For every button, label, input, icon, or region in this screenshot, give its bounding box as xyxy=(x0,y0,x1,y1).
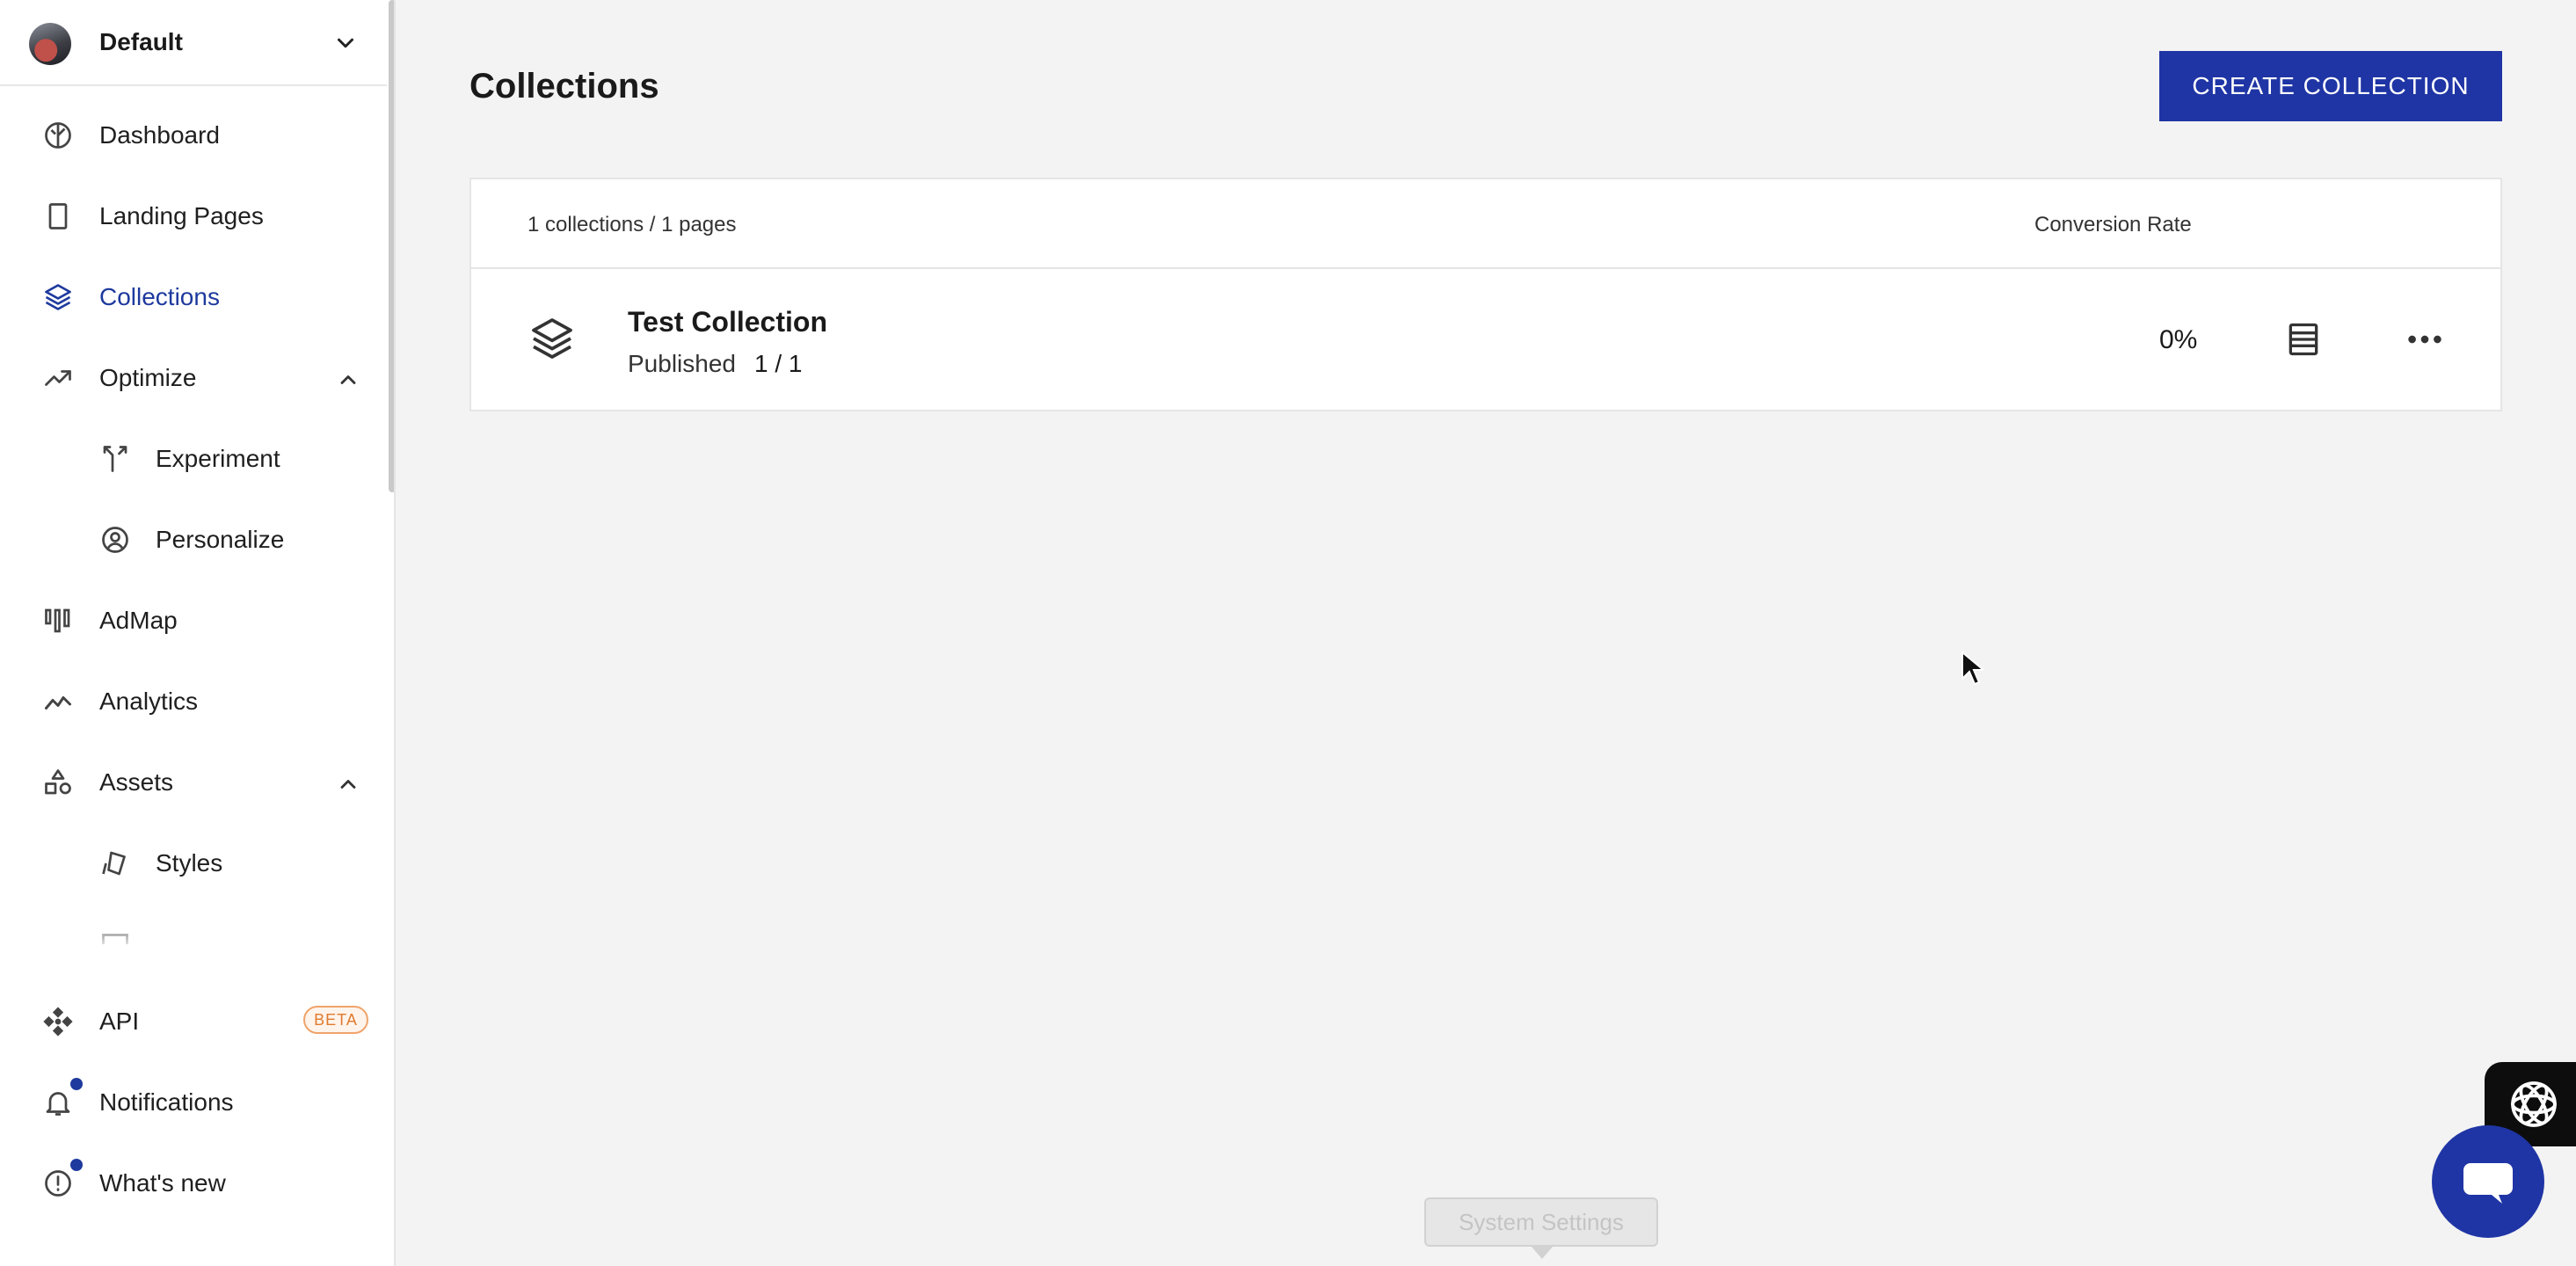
bell-icon xyxy=(46,1092,70,1116)
mouse-cursor-icon xyxy=(1961,651,1983,686)
table-header: 1 collections / 1 pages Conversion Rate xyxy=(471,179,2500,269)
ai-logo-icon xyxy=(2511,1081,2557,1127)
sidebar-item-label: Styles xyxy=(156,849,223,877)
sidebar-item-label: Optimize xyxy=(99,364,197,391)
more-options-icon[interactable] xyxy=(2405,324,2444,355)
sidebar: Default Dashboard Landing Pages Collecti… xyxy=(0,0,396,1266)
layers-icon xyxy=(532,318,572,359)
collections-summary: 1 collections / 1 pages xyxy=(528,213,737,236)
collection-conversion-rate: 0% xyxy=(2159,325,2198,354)
layers-icon xyxy=(45,284,71,310)
beta-badge: BETA xyxy=(303,1006,368,1034)
sidebar-item-label: Experiment xyxy=(156,445,280,472)
sidebar-item-assets[interactable]: Assets xyxy=(0,751,387,812)
sidebar-item-whats-new[interactable]: What's new xyxy=(0,1152,387,1213)
sidebar-item-analytics[interactable]: Analytics xyxy=(0,670,387,731)
table-row[interactable]: Test Collection Published 1 / 1 0% xyxy=(471,269,2500,411)
workspace-avatar xyxy=(29,23,71,65)
sidebar-item-landing-pages[interactable]: Landing Pages xyxy=(0,185,387,246)
sidebar-item-label: Landing Pages xyxy=(99,202,264,229)
workspace-switcher[interactable]: Default xyxy=(0,0,387,86)
sidebar-item-optimize[interactable]: Optimize xyxy=(0,346,387,408)
chat-bubble-icon xyxy=(2463,1163,2513,1204)
report-icon[interactable] xyxy=(2284,320,2323,359)
collection-status: Published xyxy=(628,350,736,377)
bars-icon xyxy=(45,608,70,633)
sidebar-item-label: What's new xyxy=(99,1169,226,1197)
system-settings-tooltip: System Settings xyxy=(1424,1197,1658,1247)
workspace-name: Default xyxy=(99,28,183,55)
collections-table: 1 collections / 1 pages Conversion Rate … xyxy=(469,178,2502,411)
sidebar-item-label: Personalize xyxy=(156,526,285,553)
sidebar-item-admap[interactable]: AdMap xyxy=(0,589,387,651)
shapes-icon xyxy=(45,769,71,795)
whats-new-dot xyxy=(70,1159,83,1171)
sidebar-item-personalize[interactable]: Personalize xyxy=(0,508,387,570)
sidebar-item-notifications[interactable]: Notifications xyxy=(0,1071,387,1132)
column-conversion-rate: Conversion Rate xyxy=(2034,213,2192,236)
create-collection-button[interactable]: CREATE COLLECTION xyxy=(2159,51,2502,121)
page-title: Collections xyxy=(469,67,659,106)
collection-name[interactable]: Test Collection xyxy=(628,306,827,338)
api-icon xyxy=(43,1007,73,1037)
line-chart-icon xyxy=(45,696,71,709)
user-circle-icon xyxy=(102,527,128,553)
chat-button[interactable] xyxy=(2432,1125,2544,1238)
sidebar-item-label: AdMap xyxy=(99,607,178,634)
alert-circle-icon xyxy=(45,1170,71,1197)
brush-icon xyxy=(102,851,126,876)
sidebar-item-dashboard[interactable]: Dashboard xyxy=(0,104,387,165)
sidebar-scrollbar[interactable] xyxy=(389,0,394,492)
sidebar-item-collections[interactable]: Collections xyxy=(0,266,387,327)
sidebar-item-label: Notifications xyxy=(99,1088,234,1116)
tooltip-arrow xyxy=(1532,1247,1553,1259)
sidebar-item-label: Analytics xyxy=(99,688,199,715)
trending-up-icon xyxy=(45,370,71,386)
dashboard-icon xyxy=(45,122,71,149)
sidebar-item-label: Dashboard xyxy=(99,121,220,149)
notification-dot xyxy=(70,1078,83,1090)
sidebar-item-api[interactable]: API BETA xyxy=(0,990,387,1051)
sidebar-item-label: Collections xyxy=(99,283,220,310)
sidebar-fade xyxy=(0,914,387,967)
split-arrows-icon xyxy=(103,446,127,472)
collection-page-count: 1 / 1 xyxy=(754,350,803,377)
chevron-up-icon xyxy=(340,375,356,384)
chevron-up-icon xyxy=(340,780,356,789)
sidebar-item-label: Assets xyxy=(99,768,174,796)
chevron-down-icon xyxy=(338,38,353,48)
sidebar-item-styles[interactable]: Styles xyxy=(0,832,387,893)
sidebar-item-experiment[interactable]: Experiment xyxy=(0,427,387,489)
page-icon xyxy=(48,203,68,229)
sidebar-item-label: API xyxy=(99,1008,140,1035)
